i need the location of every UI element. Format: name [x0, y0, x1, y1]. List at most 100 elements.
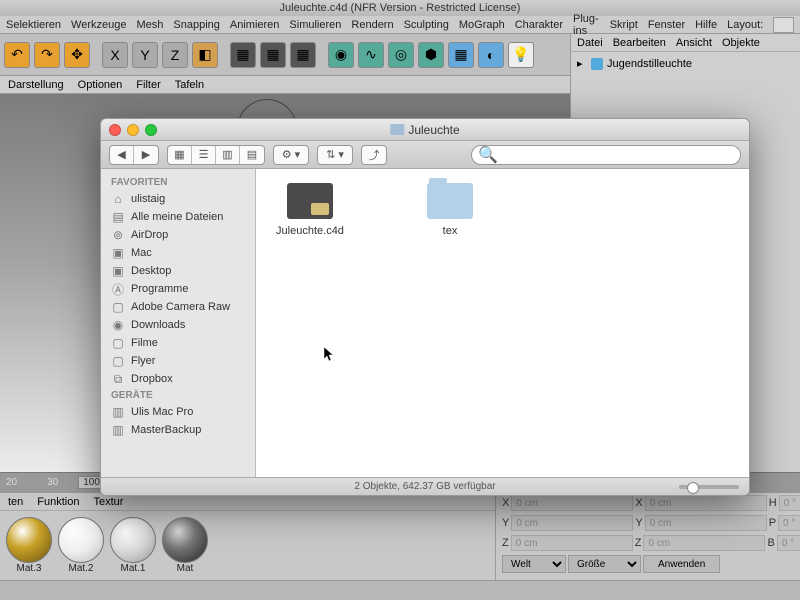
file-item[interactable]: tex — [410, 183, 490, 237]
mat-tab[interactable]: ten — [8, 496, 23, 508]
share-button[interactable]: ⤴ — [361, 145, 387, 165]
render-icon[interactable]: ▦ — [230, 42, 256, 68]
sidebar-item[interactable]: ▣Mac — [101, 244, 255, 262]
sidebar-item-icon: ⌂ — [111, 192, 125, 206]
viewport-tab[interactable]: Darstellung — [8, 79, 64, 91]
p-input[interactable] — [778, 515, 800, 531]
material-swatch[interactable]: Mat — [162, 517, 208, 574]
menu-item[interactable]: Fenster — [648, 19, 685, 31]
move-icon[interactable]: ✥ — [64, 42, 90, 68]
menu-item[interactable]: Hilfe — [695, 19, 717, 31]
p-label: P — [769, 517, 776, 529]
y-pos-input[interactable] — [511, 515, 633, 531]
undo-icon[interactable]: ↶ — [4, 42, 30, 68]
menu-item[interactable]: Rendern — [351, 19, 393, 31]
expand-icon[interactable]: ▸ — [577, 57, 587, 70]
y-size-input[interactable] — [645, 515, 767, 531]
sidebar-item[interactable]: ⌂ulistaig — [101, 190, 255, 208]
finder-titlebar[interactable]: Juleuchte — [101, 119, 749, 141]
redo-icon[interactable]: ↷ — [34, 42, 60, 68]
panel-menu[interactable]: Objekte — [722, 37, 760, 49]
light-icon[interactable]: 💡 — [508, 42, 534, 68]
sidebar-item-label: Dropbox — [131, 373, 173, 385]
forward-button[interactable]: ▶ — [134, 146, 158, 164]
cube-icon[interactable]: ◧ — [192, 42, 218, 68]
viewport-tab[interactable]: Optionen — [78, 79, 123, 91]
camera-icon[interactable]: ▦ — [448, 42, 474, 68]
search-input[interactable] — [502, 149, 734, 161]
size-select[interactable]: Größe — [568, 555, 641, 573]
world-select[interactable]: Welt — [502, 555, 566, 573]
menu-item[interactable]: Werkzeuge — [71, 19, 126, 31]
b-input[interactable] — [777, 535, 800, 551]
layout-dropdown[interactable] — [773, 17, 794, 33]
sidebar-item[interactable]: ▣Desktop — [101, 262, 255, 280]
icon-size-slider[interactable] — [679, 485, 739, 489]
apply-button[interactable]: Anwenden — [643, 555, 720, 573]
menu-item[interactable]: Skript — [610, 19, 638, 31]
render-region-icon[interactable]: ▦ — [260, 42, 286, 68]
finder-statusbar: 2 Objekte, 642.37 GB verfügbar — [101, 477, 749, 495]
menu-item[interactable]: Mesh — [136, 19, 163, 31]
sidebar-item[interactable]: ▢Adobe Camera Raw — [101, 298, 255, 316]
finder-content[interactable]: Juleuchte.c4d tex — [256, 169, 749, 477]
sidebar-item[interactable]: ⒶProgramme — [101, 280, 255, 298]
sidebar-item[interactable]: ▥MasterBackup — [101, 421, 255, 439]
material-swatch[interactable]: Mat.2 — [58, 517, 104, 574]
action-menu[interactable]: ⚙ ▾ — [273, 145, 309, 165]
menu-item[interactable]: Selektieren — [6, 19, 61, 31]
menu-item[interactable]: Plug-ins — [573, 13, 600, 37]
menu-item[interactable]: MoGraph — [459, 19, 505, 31]
close-button[interactable] — [109, 124, 121, 136]
icon-view-button[interactable]: ▦ — [168, 146, 192, 164]
viewport-tab[interactable]: Filter — [136, 79, 160, 91]
z-size-input[interactable] — [643, 535, 765, 551]
panel-menu[interactable]: Datei — [577, 37, 603, 49]
env-icon[interactable]: ◐ — [478, 42, 504, 68]
menu-item[interactable]: Snapping — [173, 19, 220, 31]
sidebar-item[interactable]: ▤Alle meine Dateien — [101, 208, 255, 226]
sidebar-item[interactable]: ⊚AirDrop — [101, 226, 255, 244]
panel-menu[interactable]: Bearbeiten — [613, 37, 666, 49]
menu-item[interactable]: Simulieren — [289, 19, 341, 31]
spline-icon[interactable]: ∿ — [358, 42, 384, 68]
back-button[interactable]: ◀ — [110, 146, 134, 164]
panel-menu[interactable]: Ansicht — [676, 37, 712, 49]
render-settings-icon[interactable]: ▦ — [290, 42, 316, 68]
coverflow-view-button[interactable]: ▤ — [240, 146, 264, 164]
sidebar-item[interactable]: ⧉Dropbox — [101, 370, 255, 388]
x-size-input[interactable] — [645, 495, 767, 511]
search-field[interactable]: 🔍 — [471, 145, 741, 165]
mat-tab[interactable]: Funktion — [37, 496, 79, 508]
zoom-button[interactable] — [145, 124, 157, 136]
material-swatch[interactable]: Mat.1 — [110, 517, 156, 574]
file-item[interactable]: Juleuchte.c4d — [270, 183, 350, 237]
z-pos-input[interactable] — [511, 535, 633, 551]
menu-item[interactable]: Charakter — [515, 19, 563, 31]
deformer-icon[interactable]: ⬢ — [418, 42, 444, 68]
sidebar-item[interactable]: ▢Flyer — [101, 352, 255, 370]
sidebar-item[interactable]: ▥Ulis Mac Pro — [101, 403, 255, 421]
arrange-menu[interactable]: ⇅ ▾ — [317, 145, 353, 165]
menu-item[interactable]: Animieren — [230, 19, 280, 31]
y-axis-icon[interactable]: Y — [132, 42, 158, 68]
sidebar-item[interactable]: ◉Downloads — [101, 316, 255, 334]
x-pos-input[interactable] — [511, 495, 633, 511]
tree-item[interactable]: ▸ Jugendstilleuchte — [577, 56, 794, 71]
c4d-titlebar: Juleuchte.c4d (NFR Version - Restricted … — [0, 0, 800, 16]
h-input[interactable] — [779, 495, 800, 511]
sidebar-item[interactable]: ▢Filme — [101, 334, 255, 352]
mat-tab[interactable]: Textur — [94, 496, 124, 508]
minimize-button[interactable] — [127, 124, 139, 136]
material-swatch[interactable]: Mat.3 — [6, 517, 52, 574]
list-view-button[interactable]: ☰ — [192, 146, 216, 164]
viewport-tab[interactable]: Tafeln — [175, 79, 204, 91]
z-axis-icon[interactable]: Z — [162, 42, 188, 68]
x-label: X — [635, 497, 642, 509]
menu-item[interactable]: Sculpting — [404, 19, 449, 31]
sidebar-item-label: Alle meine Dateien — [131, 211, 223, 223]
x-axis-icon[interactable]: X — [102, 42, 128, 68]
column-view-button[interactable]: ▥ — [216, 146, 240, 164]
primitive-icon[interactable]: ◉ — [328, 42, 354, 68]
generator-icon[interactable]: ◎ — [388, 42, 414, 68]
